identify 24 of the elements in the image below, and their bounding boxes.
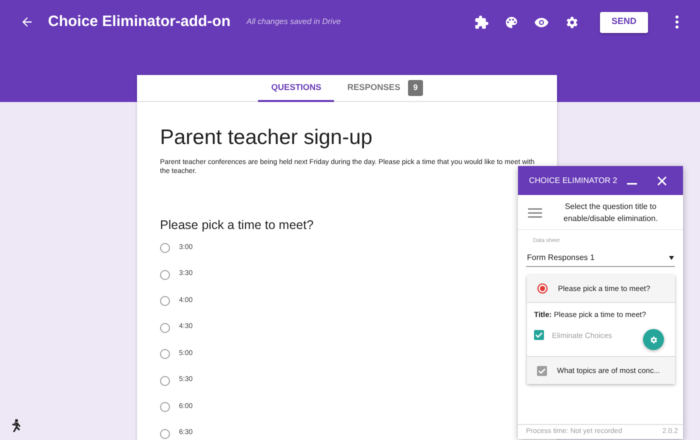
radio-button[interactable] (160, 296, 170, 306)
radio-button[interactable] (160, 322, 170, 333)
radio-button[interactable] (160, 270, 170, 280)
panel-title: CHOICE ELIMINATOR 2 (529, 174, 618, 186)
send-button[interactable]: SEND (600, 12, 648, 32)
checkbox[interactable] (534, 330, 544, 340)
radio-button[interactable] (160, 376, 170, 386)
settings-button[interactable] (643, 329, 664, 350)
radio-button[interactable] (160, 349, 170, 360)
form-title: Parent teacher sign-up (160, 125, 374, 151)
count-badge: 9 (408, 80, 423, 96)
instructions-text: Select the question title to enable/disable elimination. (562, 201, 659, 225)
radio-button[interactable] (160, 428, 170, 439)
radio-button[interactable] (160, 402, 170, 412)
question-title: Please pick a time to meet? (160, 217, 315, 234)
running-figure-icon[interactable] (10, 419, 21, 432)
data-sheet-dropdown[interactable]: Form Responses 1 (526, 249, 675, 268)
app-title: Choice Eliminator-add-on (48, 12, 231, 32)
radio-button[interactable] (160, 243, 170, 254)
form-tab[interactable]: QUESTIONS (258, 75, 334, 102)
gear-icon (649, 334, 658, 345)
form-tab[interactable]: RESPONSES 9 (334, 75, 436, 102)
caret-icon (669, 256, 674, 260)
save-status: All changes saved in Drive (246, 16, 341, 28)
